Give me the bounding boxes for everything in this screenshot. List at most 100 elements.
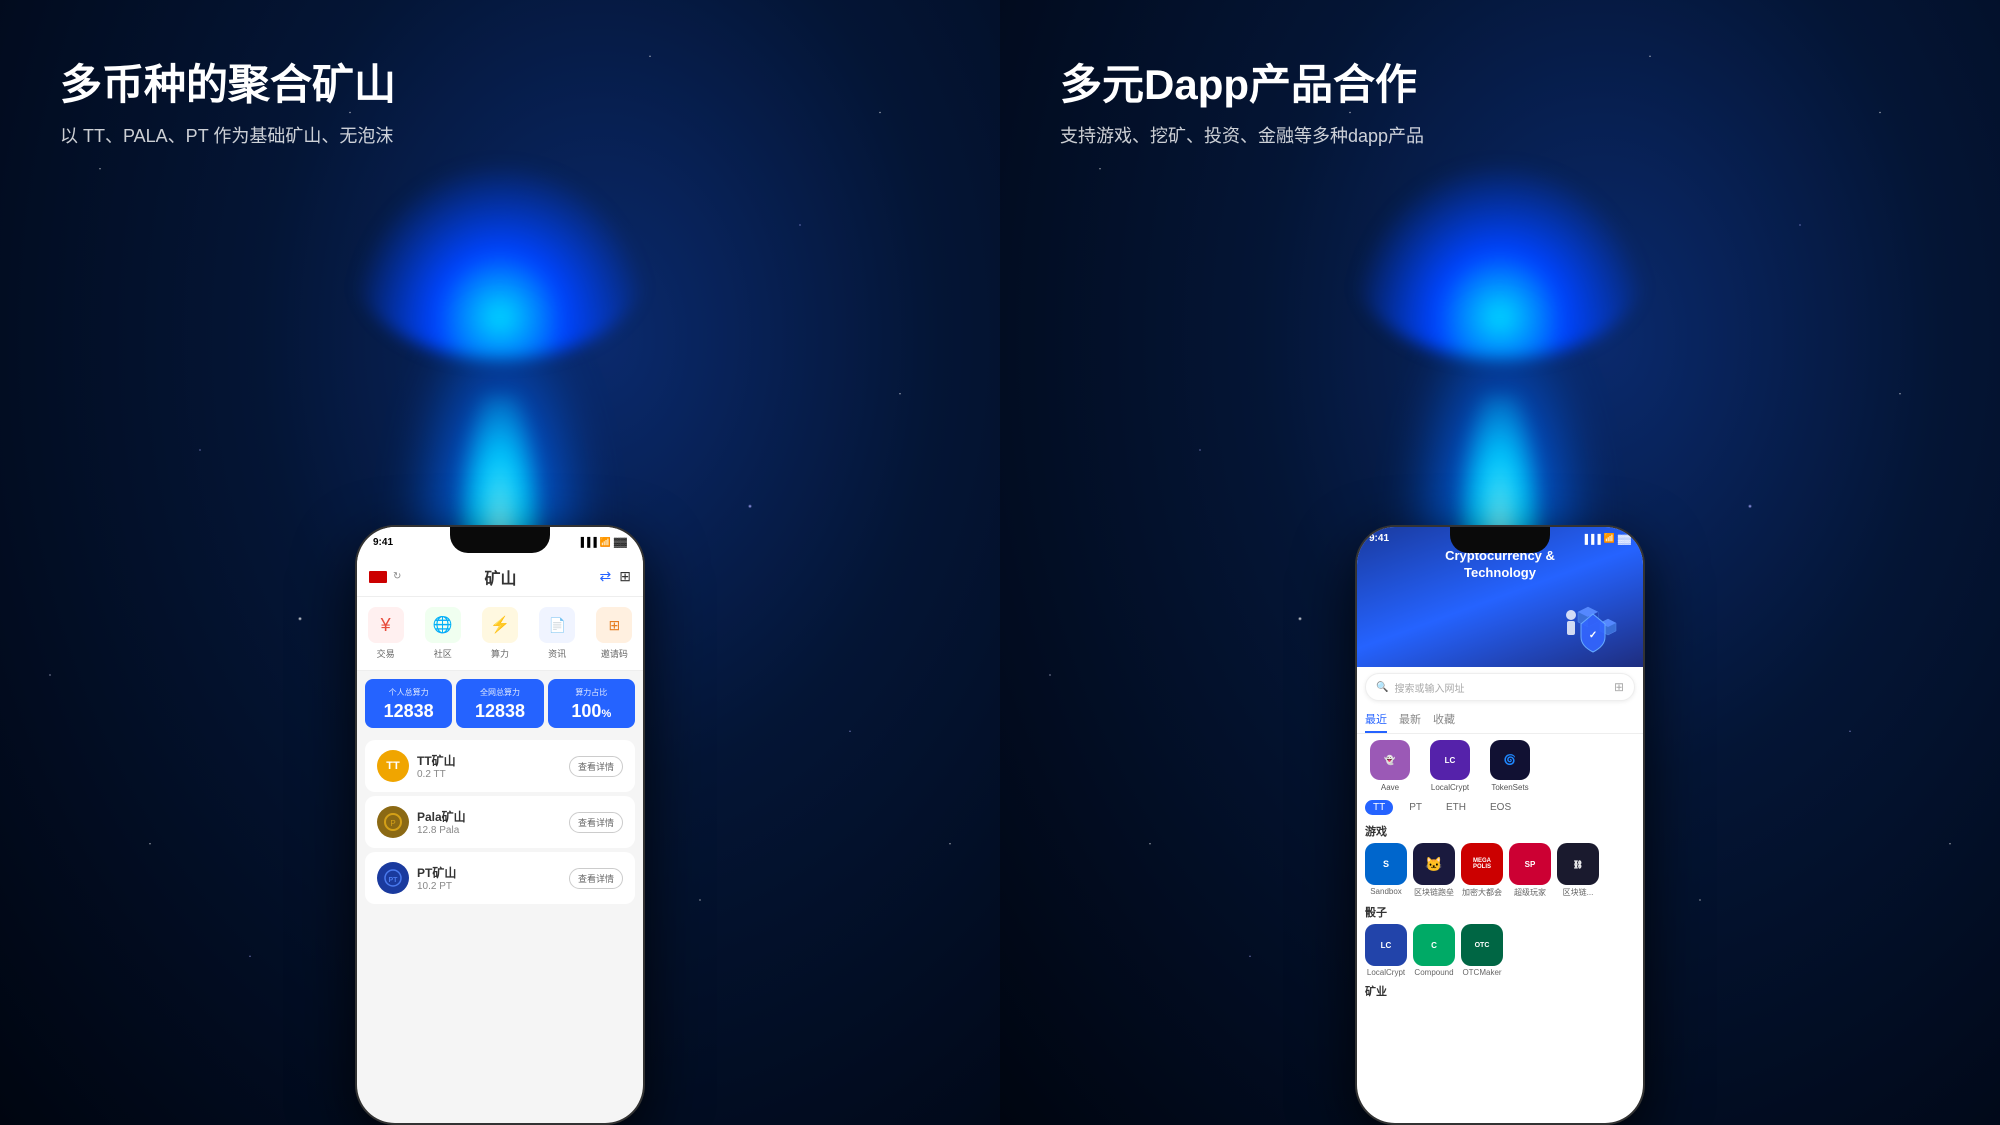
- compound-icon: C: [1413, 924, 1455, 966]
- localcrypt-name: LocalCrypt: [1431, 783, 1469, 792]
- tab-favorites[interactable]: 收藏: [1433, 707, 1455, 733]
- pt-detail-btn[interactable]: 查看详情: [569, 868, 623, 889]
- left-panel: 多币种的聚合矿山 以 TT、PALA、PT 作为基础矿山、无泡沫 9:41 ▐▐…: [0, 0, 1000, 1125]
- game-dapp-row: S Sandbox 🐱 区块链跑垒 MEGA POLIS: [1357, 843, 1643, 898]
- menu-item-community[interactable]: 🌐 社区: [425, 607, 461, 660]
- mining-item-pala: P Pala矿山 12.8 Pala 查看详情: [365, 796, 635, 848]
- mining2-section-label: 矿业: [1357, 981, 1643, 1003]
- otcmaker-name: OTCMaker: [1462, 968, 1501, 977]
- left-subtitle: 以 TT、PALA、PT 作为基础矿山、无泡沫: [60, 122, 940, 148]
- right-phone: 9:41 ▐▐▐ 📶 ▓▓ Cryptocurrency & Technolog…: [1355, 525, 1645, 1125]
- right-wifi-icon: 📶: [1604, 533, 1615, 544]
- dapp-sandbox[interactable]: S Sandbox: [1365, 843, 1407, 898]
- menu-label-trade: 交易: [377, 647, 395, 660]
- app-localcrypt[interactable]: LC LocalCrypt: [1425, 740, 1475, 792]
- sandbox-name: Sandbox: [1370, 887, 1402, 896]
- menu-item-trade[interactable]: ¥ 交易: [368, 607, 404, 660]
- stat-ratio-label: 算力占比: [554, 687, 629, 698]
- right-panel: 多元Dapp产品合作 支持游戏、挖矿、投资、金融等多种dapp产品 9:41 ▐…: [1000, 0, 2000, 1125]
- tt-detail-btn[interactable]: 查看详情: [569, 756, 623, 777]
- menu-label-power: 算力: [491, 647, 509, 660]
- nav-right-icons: ⇄ ⊞: [600, 568, 631, 585]
- expand-icon[interactable]: ⊞: [1614, 680, 1624, 694]
- chain-eos[interactable]: EOS: [1482, 800, 1519, 815]
- dapp-compound[interactable]: C Compound: [1413, 924, 1455, 977]
- pala-detail-btn[interactable]: 查看详情: [569, 812, 623, 833]
- left-screen: 9:41 ▐▐▐ 📶 ▓▓ ↻ 矿山 ⇄: [357, 527, 643, 1123]
- stat-ratio-value: 100%: [554, 702, 629, 720]
- signal-icon: ▐▐▐: [578, 537, 597, 547]
- dapp-superplayer[interactable]: SP 超级玩家: [1509, 843, 1551, 898]
- chain-eth[interactable]: ETH: [1438, 800, 1474, 815]
- left-phone-container: 9:41 ▐▐▐ 📶 ▓▓ ↻ 矿山 ⇄: [355, 525, 645, 1125]
- stat-personal-label: 个人总算力: [371, 687, 446, 698]
- right-title-line2: Technology: [1369, 565, 1631, 582]
- chain-tabs: TT PT ETH EOS: [1357, 800, 1643, 815]
- flag-icon: [369, 571, 387, 583]
- svg-text:PT: PT: [389, 877, 399, 884]
- menu-label-invite: 邀请码: [601, 647, 628, 660]
- tab-latest[interactable]: 最新: [1399, 707, 1421, 733]
- left-flame-inner: [460, 395, 540, 545]
- menu-item-news[interactable]: 📄 资讯: [539, 607, 575, 660]
- right-phone-container: 9:41 ▐▐▐ 📶 ▓▓ Cryptocurrency & Technolog…: [1355, 525, 1645, 1125]
- app-tokensets[interactable]: 🌀 TokenSets: [1485, 740, 1535, 792]
- chain-pt[interactable]: PT: [1401, 800, 1430, 815]
- dapp-otcmaker[interactable]: OTC OTCMaker: [1461, 924, 1503, 977]
- community-icon: 🌐: [433, 615, 453, 635]
- tt-amount: 0.2 TT: [417, 769, 456, 780]
- megapolis-icon: MEGA POLIS: [1461, 843, 1503, 885]
- dapp-chain-running[interactable]: 🐱 区块链跑垒: [1413, 843, 1455, 898]
- left-title: 多币种的聚合矿山: [60, 60, 940, 110]
- transfer-icon[interactable]: ⇄: [600, 568, 612, 585]
- right-flame-inner: [1460, 395, 1540, 545]
- stat-network: 全网总算力 12838: [456, 679, 543, 728]
- tt-info: TT TT矿山 0.2 TT: [377, 750, 456, 782]
- right-header: 多元Dapp产品合作 支持游戏、挖矿、投资、金融等多种dapp产品: [1060, 60, 1940, 148]
- app-aave[interactable]: 👻 Aave: [1365, 740, 1415, 792]
- otcmaker-icon: OTC: [1461, 924, 1503, 966]
- right-notch: [1450, 527, 1550, 553]
- tokensets-icon: 🌀: [1490, 740, 1530, 780]
- mining-item-tt: TT TT矿山 0.2 TT 查看详情: [365, 740, 635, 792]
- grid-icon[interactable]: ⊞: [619, 568, 631, 585]
- stat-network-label: 全网总算力: [462, 687, 537, 698]
- trade-icon: ¥: [381, 615, 391, 636]
- tt-avatar: TT: [377, 750, 409, 782]
- search-placeholder: 搜索或输入网址: [1394, 680, 1607, 695]
- recent-apps-row: 👻 Aave LC LocalCrypt 🌀 To: [1357, 740, 1643, 792]
- dapp-megapolis[interactable]: MEGA POLIS 加密大都会: [1461, 843, 1503, 898]
- menu-item-power[interactable]: ⚡ 算力: [482, 607, 518, 660]
- right-app-title: Cryptocurrency & Technology: [1369, 548, 1631, 582]
- dice-dapp-row: LC LocalCrypt C Compound OTC: [1357, 924, 1643, 977]
- mining-item-pt: PT PT矿山 10.2 PT 查看详情: [365, 852, 635, 904]
- left-notch: [450, 527, 550, 553]
- dapp-localcrypt2[interactable]: LC LocalCrypt: [1365, 924, 1407, 977]
- left-header: 多币种的聚合矿山 以 TT、PALA、PT 作为基础矿山、无泡沫: [60, 60, 940, 148]
- stat-personal: 个人总算力 12838: [365, 679, 452, 728]
- chain-tt[interactable]: TT: [1365, 800, 1393, 815]
- right-search-bar[interactable]: 🔍 搜索或输入网址 ⊞: [1365, 673, 1635, 701]
- left-nav: ↻ 矿山 ⇄ ⊞: [357, 557, 643, 597]
- pt-info: PT PT矿山 10.2 PT: [377, 862, 456, 894]
- menu-label-community: 社区: [434, 647, 452, 660]
- tt-name: TT矿山: [417, 752, 456, 769]
- compound-name: Compound: [1414, 968, 1453, 977]
- svg-text:P: P: [390, 819, 395, 828]
- pt-amount: 10.2 PT: [417, 881, 456, 892]
- localcrypt2-icon: LC: [1365, 924, 1407, 966]
- pt-avatar: PT: [377, 862, 409, 894]
- game-section-label: 游戏: [1357, 821, 1643, 843]
- svg-text:✓: ✓: [1589, 630, 1597, 641]
- menu-item-invite[interactable]: ⊞ 邀请码: [596, 607, 632, 660]
- chain-running-name: 区块链跑垒: [1414, 887, 1454, 898]
- search-icon: 🔍: [1376, 682, 1388, 693]
- news-icon: 📄: [548, 617, 565, 634]
- localcrypt-icon: LC: [1430, 740, 1470, 780]
- battery-icon: ▓▓: [614, 537, 627, 547]
- pala-name: Pala矿山: [417, 808, 466, 825]
- dapp-blockchain5[interactable]: ⛓ 区块链...: [1557, 843, 1599, 898]
- tab-recent[interactable]: 最近: [1365, 707, 1387, 733]
- left-menu: ¥ 交易 🌐 社区 ⚡ 算力: [357, 597, 643, 671]
- right-title: 多元Dapp产品合作: [1060, 60, 1940, 110]
